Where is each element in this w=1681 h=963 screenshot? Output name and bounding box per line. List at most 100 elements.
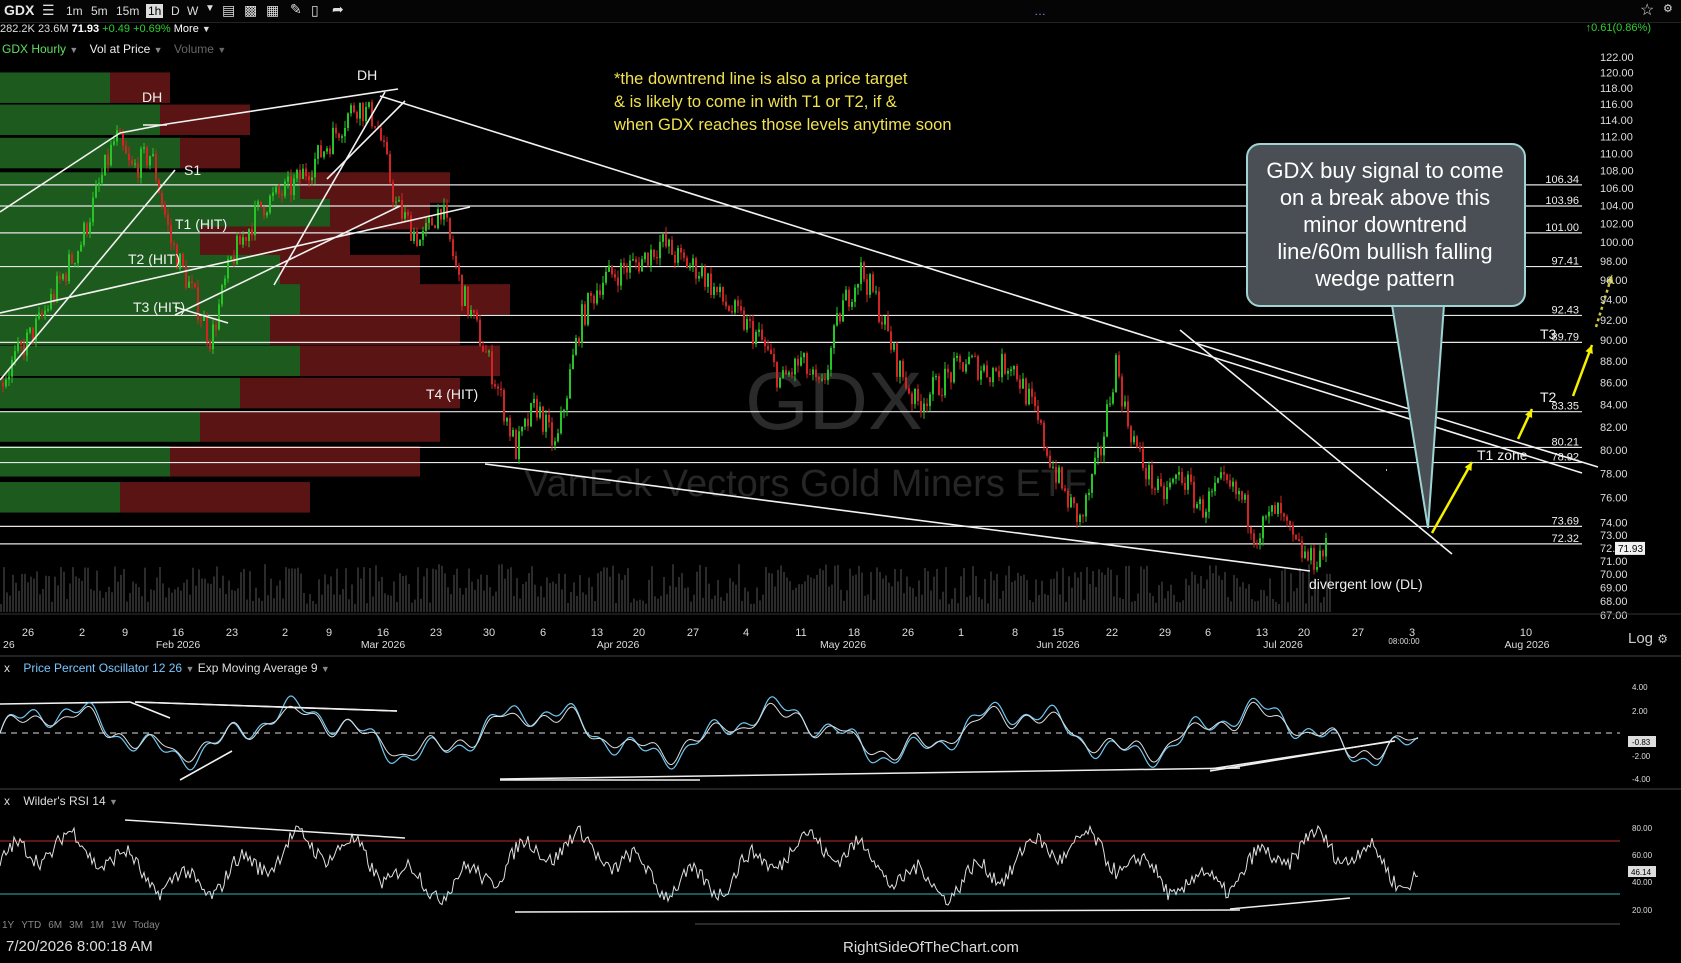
volume-bar — [714, 595, 716, 612]
x-tick-label: 4 — [743, 627, 749, 639]
candle-body — [1154, 488, 1156, 490]
candle-body — [791, 372, 793, 375]
range-6m[interactable]: 6M — [48, 920, 62, 931]
volume-bar — [273, 598, 275, 612]
volume-bar — [360, 578, 362, 612]
ppo-name[interactable]: Price Percent Oscillator 12 26 — [23, 661, 182, 675]
log-label[interactable]: Log — [1628, 630, 1653, 647]
candle-body — [707, 273, 709, 287]
candle-body — [155, 154, 157, 181]
candle-body — [935, 376, 937, 378]
range-today[interactable]: Today — [133, 920, 160, 931]
volume-bar — [198, 569, 200, 612]
volume-bar — [549, 583, 551, 612]
candle-body — [5, 379, 7, 387]
volume-bar — [162, 583, 164, 612]
volume-bar — [921, 594, 923, 612]
volume-bar — [30, 576, 32, 612]
chevron-down-icon[interactable]: ▼ — [185, 664, 194, 674]
candle-body — [485, 351, 487, 353]
log-scale-button[interactable]: Log ⚙ — [1628, 630, 1668, 647]
candle-body — [344, 128, 346, 137]
volume-bar — [387, 595, 389, 612]
volume-bar — [1140, 566, 1142, 612]
volume-bar — [1236, 578, 1238, 612]
volume-bar — [516, 578, 518, 612]
volume-bar — [225, 593, 227, 612]
candle-body — [617, 277, 619, 286]
candle-body — [1319, 550, 1321, 567]
volume-bar — [171, 592, 173, 612]
rsi-tick-label: 20.00 — [1632, 906, 1653, 915]
y-tick-label: 118.00 — [1600, 83, 1633, 95]
close-icon[interactable]: x — [4, 661, 10, 675]
month-label: 26 — [3, 639, 15, 651]
candle-body — [188, 281, 190, 288]
candle-body — [1064, 488, 1066, 491]
volume-bar — [1254, 601, 1256, 612]
candle-body — [956, 355, 958, 358]
x-tick-label: 27 — [1352, 627, 1364, 639]
candle-body — [788, 372, 790, 375]
volume-bar — [279, 580, 281, 612]
y-tick-label: 71.00 — [1600, 556, 1628, 568]
chevron-down-icon[interactable]: ▼ — [109, 797, 118, 807]
candle-body — [473, 309, 475, 313]
candle-body — [1184, 483, 1186, 490]
chart-label: DH — [142, 89, 162, 105]
y-tick-label: 82.00 — [1600, 422, 1628, 434]
candle-body — [929, 394, 931, 406]
candle-body — [665, 234, 667, 247]
y-tick-label: 102.00 — [1600, 219, 1634, 231]
candle-body — [518, 431, 520, 460]
volume-bar — [174, 589, 176, 612]
volume-bar — [810, 577, 812, 612]
volume-bar — [1248, 584, 1250, 612]
chevron-down-icon[interactable]: ▼ — [321, 664, 330, 674]
close-icon[interactable]: x — [4, 794, 10, 808]
candle-body — [980, 370, 982, 380]
candle-body — [1259, 538, 1261, 545]
candle-body — [1322, 550, 1324, 557]
candle-body — [149, 156, 151, 166]
volume-bar — [558, 573, 560, 612]
range-ytd[interactable]: YTD — [21, 920, 41, 931]
range-selector: 1Y YTD 6M 3M 1M 1W Today — [2, 920, 167, 931]
volume-bar — [81, 580, 83, 612]
candle-body — [326, 148, 328, 152]
candle-body — [281, 193, 283, 196]
candle-body — [677, 247, 679, 263]
range-1w[interactable]: 1W — [111, 920, 126, 931]
volume-bar — [546, 577, 548, 612]
volume-bar — [513, 596, 515, 612]
volume-bar — [735, 584, 737, 612]
candle-body — [983, 365, 985, 371]
range-1m[interactable]: 1M — [90, 920, 104, 931]
vap-down-bar — [300, 345, 500, 377]
candle-body — [1103, 436, 1105, 456]
candle-body — [365, 106, 367, 122]
range-1y[interactable]: 1Y — [2, 920, 14, 931]
level-label: 92.43 — [1551, 304, 1579, 316]
gear-icon[interactable]: ⚙ — [1657, 632, 1668, 646]
candle-body — [986, 365, 988, 378]
candle-body — [596, 290, 598, 304]
volume-bar — [180, 590, 182, 612]
candle-body — [320, 145, 322, 158]
range-3m[interactable]: 3M — [69, 920, 83, 931]
ppo-ema[interactable]: Exp Moving Average 9 — [198, 661, 318, 675]
volume-bar — [888, 582, 890, 612]
candle-body — [629, 260, 631, 273]
volume-bar — [1161, 581, 1163, 612]
candle-body — [98, 182, 100, 186]
volume-bar — [3, 567, 5, 612]
volume-bar — [1305, 603, 1307, 612]
volume-bar — [1269, 578, 1271, 612]
candle-body — [212, 324, 214, 350]
candle-body — [251, 229, 253, 236]
volume-bar — [684, 588, 686, 612]
target-arrow — [1430, 461, 1474, 534]
candle-body — [851, 301, 853, 307]
rsi-name[interactable]: Wilder's RSI 14 — [23, 794, 105, 808]
volume-bar — [927, 571, 929, 612]
